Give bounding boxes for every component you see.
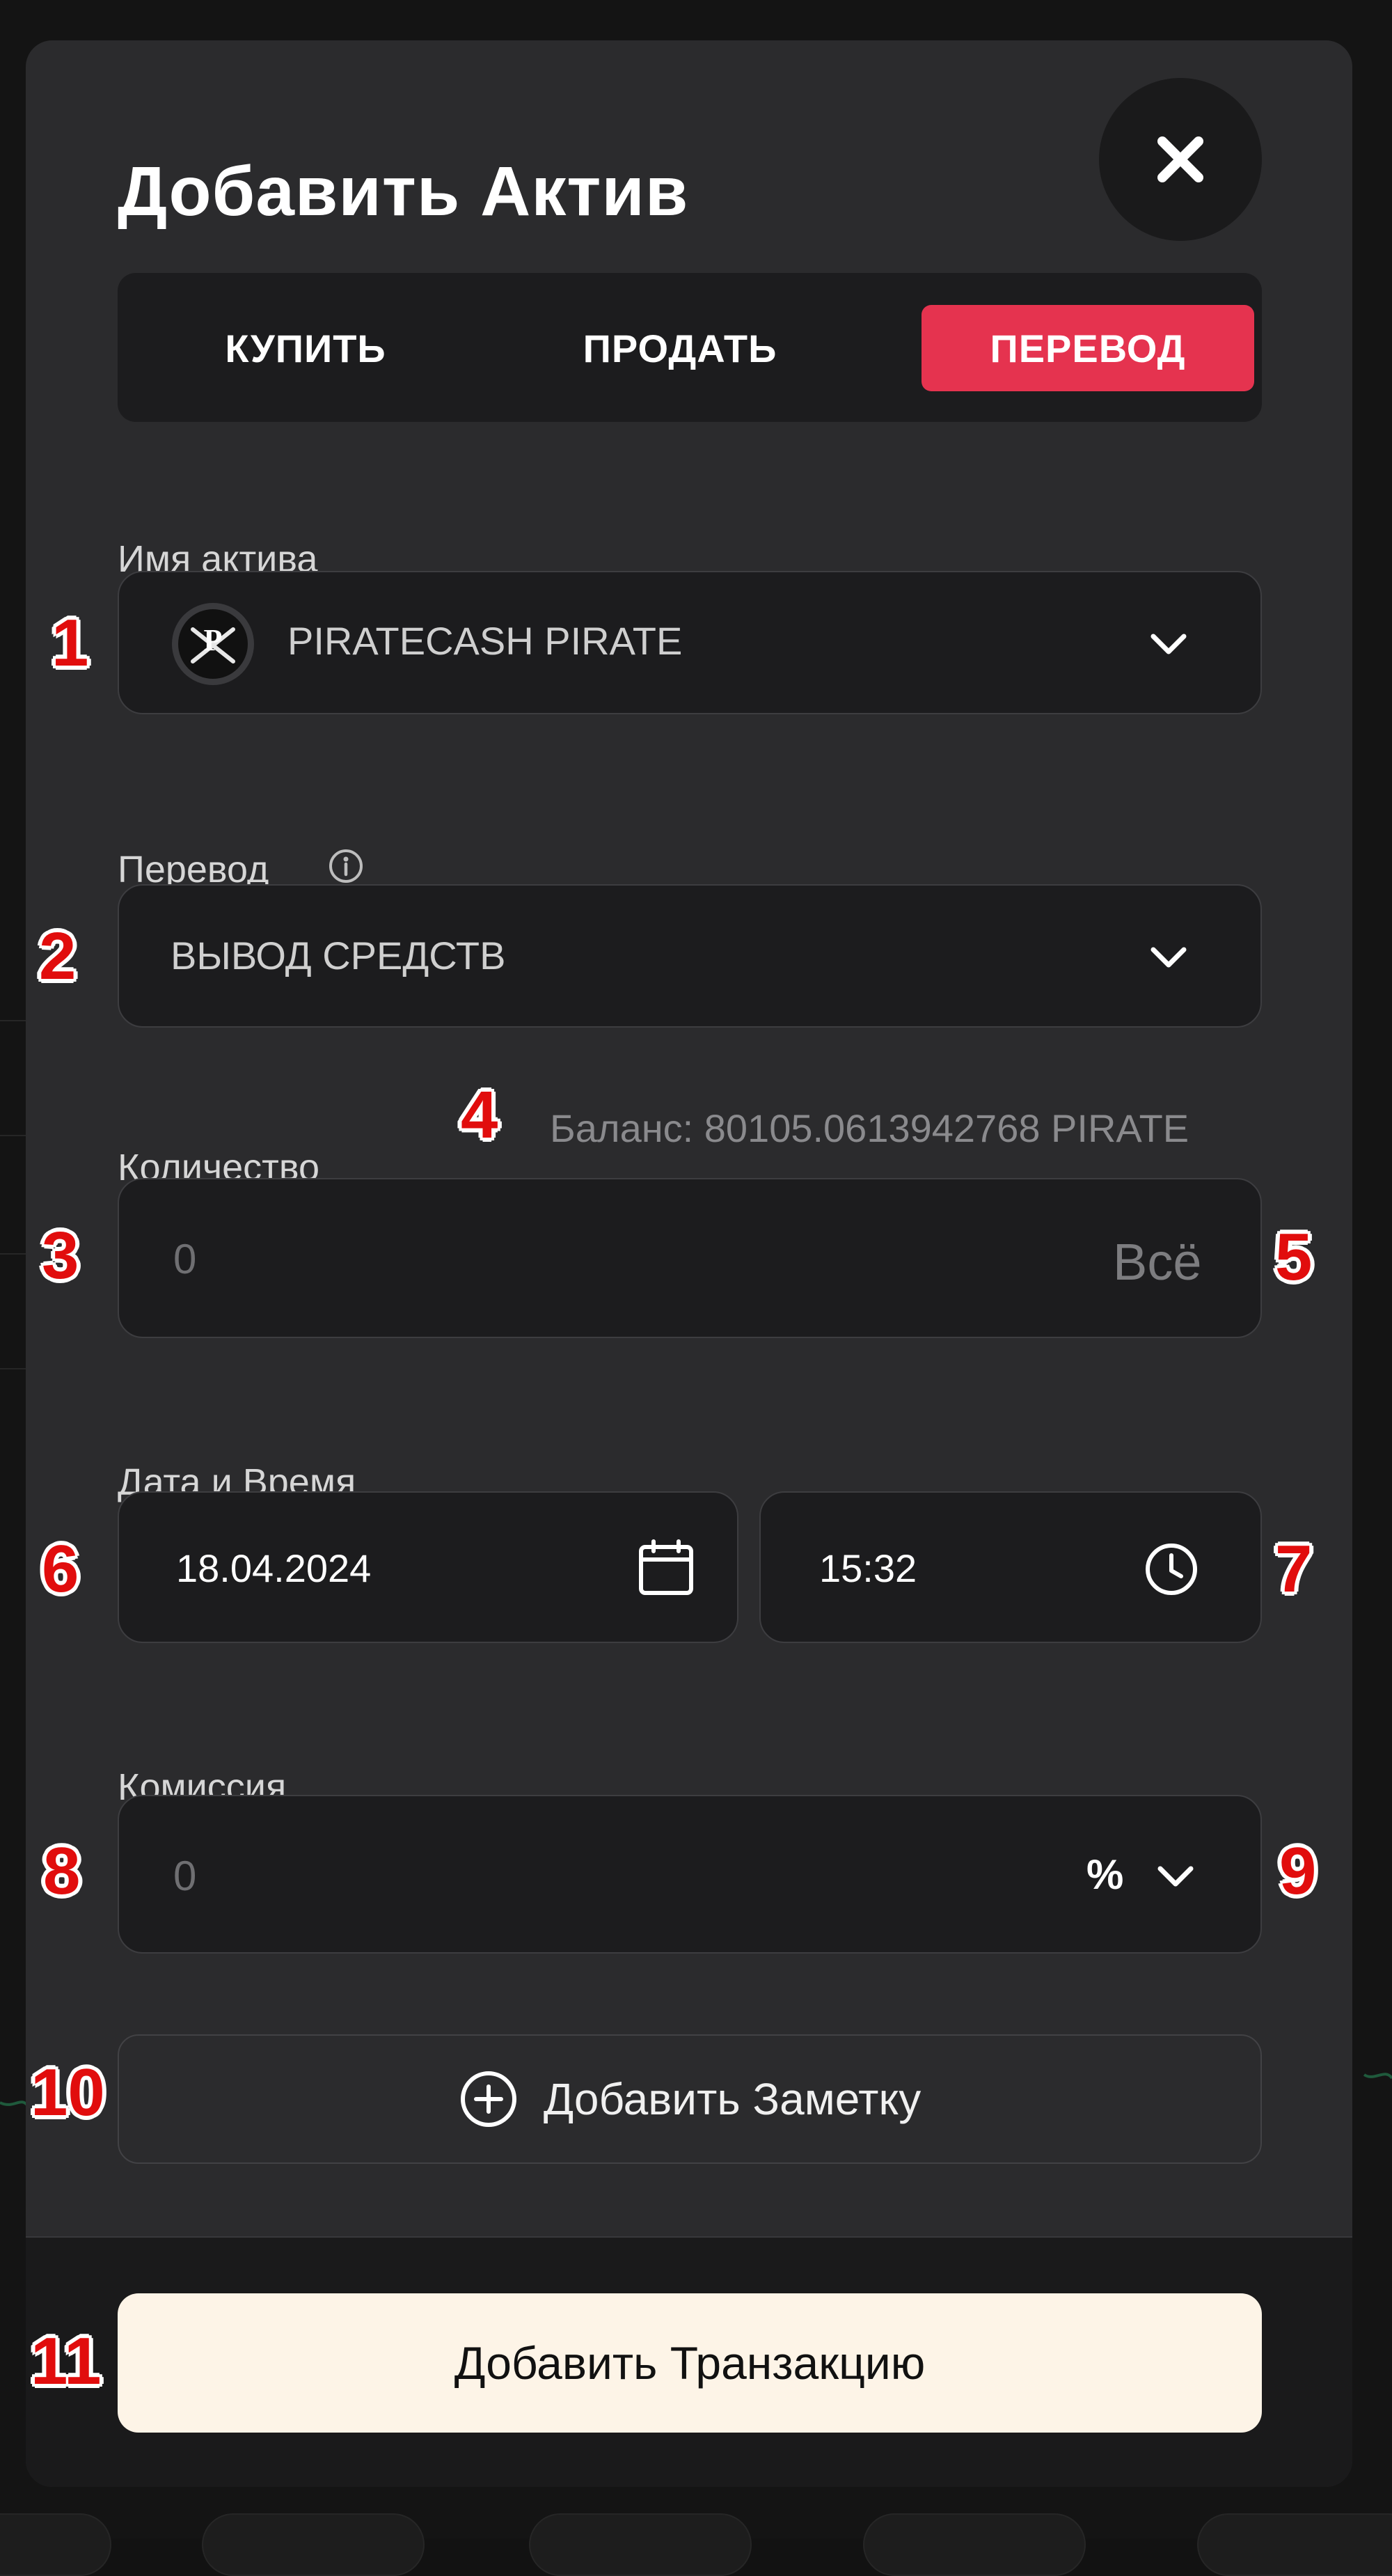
time-field[interactable]: 15:32 [759, 1491, 1262, 1643]
date-value: 18.04.2024 [176, 1546, 371, 1591]
annotation-marker: 5 [1275, 1224, 1312, 1291]
annotation-marker: 7 [1275, 1536, 1312, 1603]
annotation-marker: 1 [52, 610, 88, 677]
transaction-type-tabs: КУПИТЬ ПРОДАТЬ ПЕРЕВОД [118, 273, 1262, 422]
quantity-placeholder: 0 [173, 1235, 196, 1283]
annotation-marker: 3 [42, 1223, 79, 1289]
annotation-marker: 6 [42, 1536, 79, 1603]
asset-select[interactable]: P PIRATECASH PIRATE [118, 571, 1262, 714]
add-transaction-button[interactable]: Добавить Транзакцию [118, 2293, 1262, 2433]
chevron-down-icon [1148, 940, 1189, 975]
annotation-marker: 8 [43, 1838, 80, 1905]
commission-placeholder: 0 [173, 1852, 196, 1900]
background-chip [529, 2513, 752, 2576]
add-asset-modal: Добавить Актив КУПИТЬ ПРОДАТЬ ПЕРЕВОД Им… [26, 40, 1352, 2487]
background-gridline [0, 1135, 28, 1136]
tab-transfer[interactable]: ПЕРЕВОД [922, 305, 1254, 391]
transfer-type-select[interactable]: ВЫВОД СРЕДСТВ [118, 884, 1262, 1028]
annotation-marker: 11 [31, 2328, 101, 2395]
annotation-marker: 4 [461, 1082, 498, 1149]
background-chip [1197, 2513, 1392, 2576]
calendar-icon [637, 1539, 695, 1597]
plus-circle-icon [459, 2069, 519, 2129]
quantity-input[interactable]: 0 Всё [118, 1178, 1262, 1338]
close-button[interactable] [1099, 78, 1262, 241]
asset-select-value: PIRATECASH PIRATE [287, 618, 682, 663]
background-gridline [0, 1020, 28, 1021]
balance-text: Баланс: 80105.0613942768 PIRATE [550, 1106, 1189, 1151]
tab-buy[interactable]: КУПИТЬ [166, 305, 445, 391]
annotation-marker: 9 [1279, 1838, 1316, 1905]
clock-icon [1142, 1540, 1201, 1599]
piratecash-logo-icon: P [171, 602, 255, 686]
time-value: 15:32 [819, 1546, 917, 1591]
chevron-down-icon [1155, 1859, 1196, 1894]
background-chip [0, 2513, 111, 2576]
transfer-type-value: ВЫВОД СРЕДСТВ [171, 933, 505, 978]
modal-title: Добавить Актив [118, 152, 688, 232]
commission-unit-select[interactable]: % [1086, 1838, 1240, 1915]
info-icon[interactable] [326, 847, 365, 886]
tab-sell[interactable]: ПРОДАТЬ [541, 305, 819, 391]
annotation-marker: 2 [39, 923, 76, 990]
add-note-label: Добавить Заметку [544, 2073, 921, 2125]
commission-unit-value: % [1086, 1851, 1123, 1899]
all-button[interactable]: Всё [1113, 1232, 1202, 1291]
add-note-button[interactable]: Добавить Заметку [118, 2034, 1262, 2164]
annotation-marker: 10 [31, 2059, 105, 2126]
background-gridline [0, 1368, 28, 1369]
background-gridline [0, 1253, 28, 1255]
close-icon [1153, 132, 1208, 187]
background-chip [202, 2513, 425, 2576]
background-chip [863, 2513, 1086, 2576]
commission-input[interactable]: 0 % [118, 1795, 1262, 1954]
chevron-down-icon [1148, 627, 1189, 661]
date-field[interactable]: 18.04.2024 [118, 1491, 738, 1643]
svg-text:P: P [204, 623, 223, 657]
